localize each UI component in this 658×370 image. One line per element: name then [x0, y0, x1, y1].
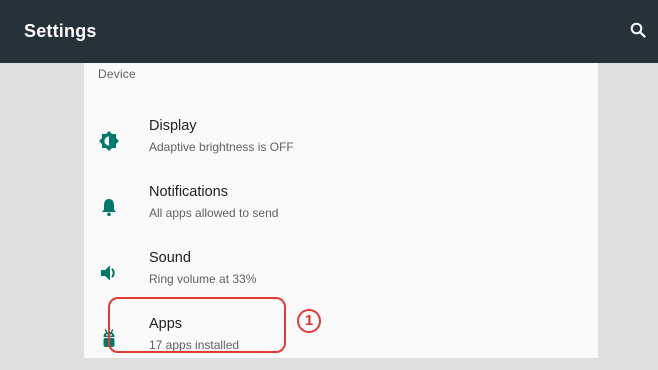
- android-icon: [98, 328, 120, 350]
- settings-item-summary: All apps allowed to send: [149, 206, 279, 220]
- settings-item-sound[interactable]: Sound Ring volume at 33%: [84, 240, 598, 304]
- settings-list: Device Display Adaptive brightness is OF…: [84, 63, 598, 358]
- search-icon: [630, 22, 646, 43]
- settings-item-apps[interactable]: Apps 17 apps installed: [84, 306, 598, 370]
- volume-icon: [98, 262, 120, 284]
- app-bar: Settings: [0, 0, 658, 63]
- settings-item-title: Sound: [149, 250, 191, 266]
- settings-item-display[interactable]: Display Adaptive brightness is OFF: [84, 108, 598, 172]
- settings-item-title: Display: [149, 118, 197, 134]
- settings-item-summary: Adaptive brightness is OFF: [149, 140, 294, 154]
- bell-icon: [98, 196, 120, 218]
- section-header-device: Device: [98, 67, 136, 81]
- brightness-icon: [98, 130, 120, 152]
- page-title: Settings: [24, 21, 97, 41]
- annotation-marker: 1: [297, 309, 321, 333]
- settings-item-title: Notifications: [149, 184, 228, 200]
- search-button[interactable]: [624, 18, 652, 46]
- settings-item-notifications[interactable]: Notifications All apps allowed to send: [84, 174, 598, 238]
- settings-item-title: Apps: [149, 316, 183, 332]
- settings-item-summary: 17 apps installed: [149, 338, 240, 352]
- settings-item-summary: Ring volume at 33%: [149, 272, 257, 286]
